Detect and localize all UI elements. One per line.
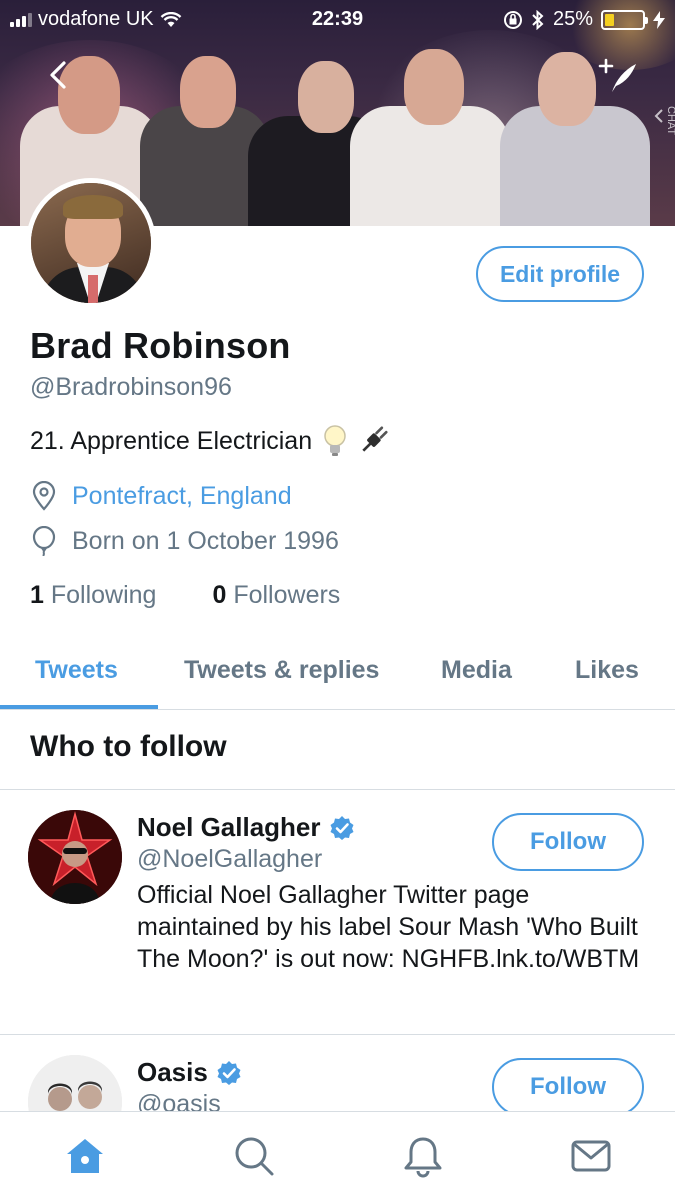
profile-location-text[interactable]: Pontefract, England <box>72 482 292 511</box>
follow-button[interactable]: Follow <box>492 813 644 871</box>
tab-tweets[interactable]: Tweets <box>35 656 118 685</box>
follow-button[interactable]: Follow <box>492 1058 644 1111</box>
profile-avatar[interactable] <box>26 178 156 308</box>
suggestion-name-text[interactable]: Noel Gallagher <box>137 812 321 843</box>
compose-tweet-icon[interactable] <box>598 56 638 96</box>
follow-counts: 1 Following 0 Followers <box>30 581 340 610</box>
profile-location[interactable]: Pontefract, England <box>30 481 292 511</box>
followers-count-link[interactable]: 0 Followers <box>212 581 340 610</box>
edit-profile-button[interactable]: Edit profile <box>476 246 644 302</box>
chat-tab-label: CHAT <box>665 106 675 135</box>
profile-birthday-text: Born on 1 October 1996 <box>72 526 339 555</box>
location-pin-icon <box>32 481 56 511</box>
verified-badge-icon <box>330 815 353 840</box>
home-icon <box>67 1139 103 1173</box>
profile-tabs: Tweets Tweets & replies Media Likes <box>0 638 675 710</box>
electric-plug-emoji-icon <box>362 426 388 452</box>
profile-name: Brad Robinson <box>30 325 291 366</box>
nav-search[interactable] <box>232 1134 276 1178</box>
messages-envelope-icon <box>571 1140 611 1172</box>
tab-likes[interactable]: Likes <box>575 656 639 685</box>
followers-count: 0 <box>212 581 227 609</box>
tab-media[interactable]: Media <box>441 656 512 685</box>
status-bar: vodafone UK 22:39 25% <box>0 0 675 40</box>
battery-icon <box>601 9 648 30</box>
following-count: 1 <box>30 581 44 609</box>
suggestion-card[interactable]: Oasis @oasis Follow <box>0 1035 675 1111</box>
profile-bio-text: 21. Apprentice Electrician <box>30 426 313 455</box>
battery-percent: 25% <box>552 8 593 30</box>
banner-person <box>350 21 510 226</box>
profile-bio: 21. Apprentice Electrician <box>30 424 388 458</box>
search-icon <box>235 1137 274 1176</box>
who-to-follow-heading: Who to follow <box>30 730 227 763</box>
notifications-bell-icon <box>404 1137 442 1178</box>
bottom-tab-bar <box>0 1111 675 1200</box>
bluetooth-icon <box>532 9 544 30</box>
suggestion-avatar[interactable] <box>28 1055 122 1111</box>
nav-messages[interactable] <box>569 1134 613 1178</box>
nav-home[interactable] <box>63 1134 107 1178</box>
suggestion-card[interactable]: Noel Gallagher @NoelGallagher Official N… <box>0 790 675 1035</box>
charging-bolt-icon <box>653 10 665 29</box>
followers-label: Followers <box>233 581 341 609</box>
following-count-link[interactable]: 1 Following <box>30 581 156 610</box>
suggestion-name[interactable]: Noel Gallagher <box>137 812 355 843</box>
tab-tweets-and-replies[interactable]: Tweets & replies <box>184 656 379 685</box>
profile-handle: @Bradrobinson96 <box>30 373 232 401</box>
status-right: 25% <box>503 8 665 31</box>
suggestion-name-text[interactable]: Oasis <box>137 1057 208 1088</box>
verified-badge-icon <box>217 1060 241 1085</box>
profile-birthday: Born on 1 October 1996 <box>30 526 339 556</box>
back-arrow-icon[interactable] <box>42 58 76 92</box>
nav-notifications[interactable] <box>401 1134 445 1178</box>
chat-side-tab[interactable]: CHAT <box>653 100 675 140</box>
suggestion-avatar[interactable] <box>28 810 122 904</box>
suggestion-name[interactable]: Oasis <box>137 1057 242 1088</box>
active-tab-indicator <box>0 705 158 709</box>
light-bulb-emoji-icon <box>324 425 346 456</box>
suggestion-handle: @NoelGallagher <box>137 845 323 873</box>
suggestion-handle: @oasis <box>137 1090 221 1111</box>
orientation-lock-icon <box>503 10 522 29</box>
following-label: Following <box>50 581 157 609</box>
suggestion-bio: Official Noel Gallagher Twitter page mai… <box>137 881 640 973</box>
balloon-icon <box>32 526 56 556</box>
